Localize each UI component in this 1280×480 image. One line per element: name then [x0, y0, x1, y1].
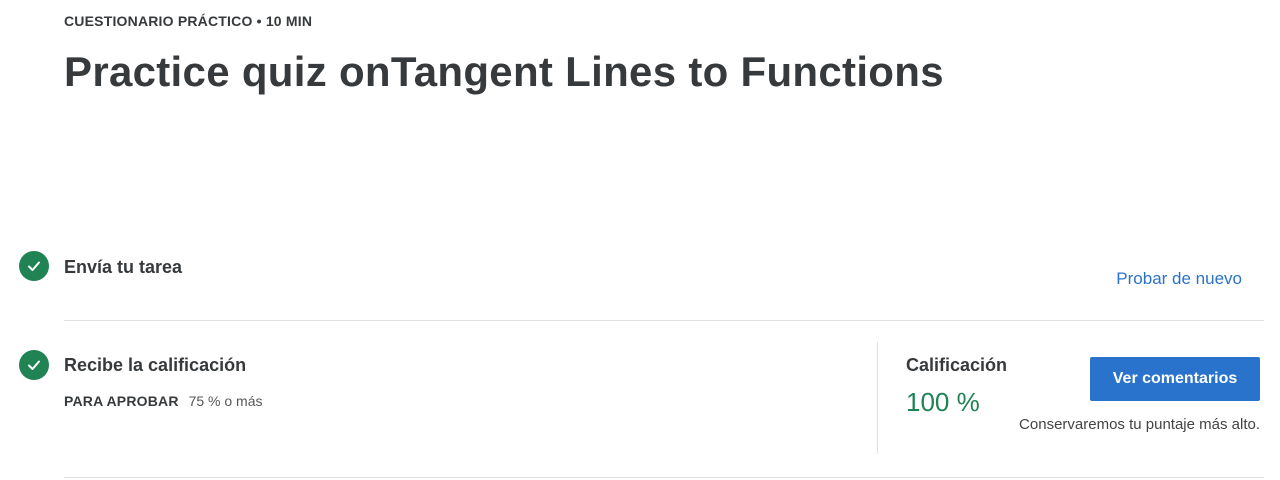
vertical-divider	[877, 342, 878, 454]
divider	[64, 320, 1264, 321]
pass-requirement: PARA APROBAR 75 % o más	[64, 393, 263, 409]
retry-link[interactable]: Probar de nuevo	[1116, 269, 1242, 289]
grade-label: Calificación	[906, 355, 1008, 375]
quiz-meta: CUESTIONARIO PRÁCTICO • 10 MIN	[64, 13, 313, 29]
view-feedback-button[interactable]: Ver comentarios	[1090, 357, 1260, 401]
pass-value: 75 % o más	[188, 393, 263, 409]
quiz-page: CUESTIONARIO PRÁCTICO • 10 MIN Practice …	[0, 0, 1280, 480]
page-title: Practice quiz onTangent Lines to Functio…	[64, 48, 944, 95]
grade-value: 100 %	[906, 387, 980, 417]
check-circle-icon	[19, 251, 49, 281]
divider	[64, 477, 1264, 478]
check-circle-icon	[19, 350, 49, 380]
step-submit-title: Envía tu tarea	[64, 257, 183, 277]
highest-score-note: Conservaremos tu puntaje más alto.	[1019, 416, 1260, 433]
pass-label: PARA APROBAR	[64, 393, 179, 409]
step-grade-title: Recibe la calificación	[64, 355, 247, 375]
